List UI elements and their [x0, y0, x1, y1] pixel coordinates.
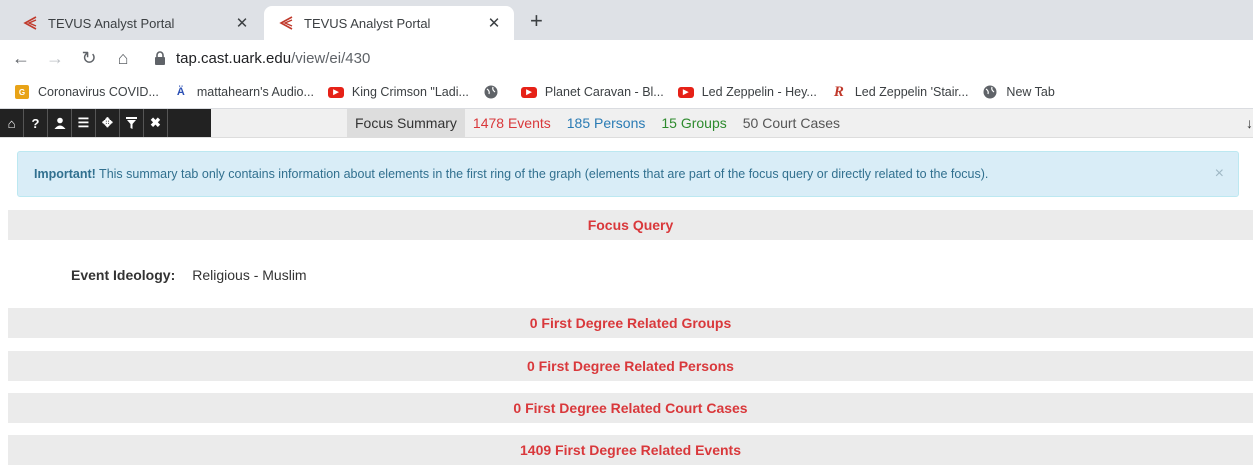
- summary-tabs: Focus Summary 1478 Events 185 Persons 15…: [347, 109, 848, 137]
- browser-tab-title: TEVUS Analyst Portal: [304, 15, 431, 31]
- related-persons-header[interactable]: 0 First Degree Related Persons: [8, 351, 1253, 381]
- field-value: Religious - Muslim: [192, 267, 307, 283]
- event-ideology-field: Event Ideology: Religious - Muslim: [71, 267, 307, 283]
- browser-tab-2[interactable]: TEVUS Analyst Portal ✕: [264, 6, 514, 40]
- tab-persons[interactable]: 185 Persons: [559, 109, 654, 137]
- alert-strong: Important!: [34, 167, 96, 181]
- forward-arrow-icon[interactable]: →: [42, 48, 68, 69]
- help-icon[interactable]: ?: [24, 109, 48, 137]
- close-icon[interactable]: ✖: [144, 109, 168, 137]
- tab-focus-summary[interactable]: Focus Summary: [347, 109, 465, 137]
- important-alert: Important! This summary tab only contain…: [17, 151, 1239, 197]
- bookmark-label: Led Zeppelin - Hey...: [701, 85, 817, 99]
- url-path: /view/ei/430: [291, 49, 371, 67]
- url-domain: tap.cast.uark.edu: [176, 49, 292, 67]
- youtube-icon: ▶: [520, 84, 537, 100]
- alert-message: This summary tab only contains informati…: [95, 167, 989, 181]
- bookmarks-bar: G Coronavirus COVID... Ä mattahearn's Au…: [0, 76, 1253, 109]
- back-arrow-icon[interactable]: ←: [8, 48, 34, 69]
- bookmark-label: King Crimson "Ladi...: [351, 85, 469, 99]
- browser-tab-title: TEVUS Analyst Portal: [48, 15, 175, 31]
- alert-text: Important! This summary tab only contain…: [34, 167, 988, 181]
- address-bar[interactable]: tap.cast.uark.edu/view/ei/430: [176, 50, 370, 67]
- browser-toolbar: ← → ↻ ⌂ tap.cast.uark.edu/view/ei/430: [0, 40, 1253, 76]
- bookmark-item[interactable]: ▶ Planet Caravan - Bl...: [520, 84, 664, 100]
- scroll-down-icon[interactable]: ↓: [1246, 115, 1253, 131]
- globe-icon: [483, 84, 499, 100]
- home-icon[interactable]: ⌂: [110, 48, 136, 69]
- bookmark-item[interactable]: ▶ Led Zeppelin - Hey...: [677, 84, 817, 100]
- tab-court-cases[interactable]: 50 Court Cases: [735, 109, 848, 137]
- bookmark-label: Led Zeppelin 'Stair...: [854, 85, 969, 99]
- audio-icon: Ä: [176, 86, 185, 98]
- new-tab-button[interactable]: +: [530, 10, 543, 32]
- app-icon-toolbar: ⌂ ? ☰ ✥ ✖: [0, 109, 211, 137]
- bookmark-label: New Tab: [1006, 85, 1055, 99]
- filter-icon[interactable]: [120, 109, 144, 137]
- tab-groups[interactable]: 15 Groups: [653, 109, 734, 137]
- list-icon[interactable]: ☰: [72, 109, 96, 137]
- youtube-icon: ▶: [677, 84, 694, 100]
- tab-events[interactable]: 1478 Events: [465, 109, 559, 137]
- related-groups-header[interactable]: 0 First Degree Related Groups: [8, 308, 1253, 338]
- related-court-cases-header[interactable]: 0 First Degree Related Court Cases: [8, 393, 1253, 423]
- close-alert-icon[interactable]: ×: [1215, 165, 1224, 183]
- app-nav-bar: ⌂ ? ☰ ✥ ✖ Focus Summary 1478 Events 185 …: [0, 109, 1253, 138]
- browser-tab-strip: TEVUS Analyst Portal ✕ TEVUS Analyst Por…: [0, 0, 1253, 40]
- r-icon: R: [833, 83, 844, 100]
- field-label: Event Ideology:: [71, 267, 176, 283]
- bookmark-label: mattahearn's Audio...: [196, 85, 314, 99]
- related-events-header[interactable]: 1409 First Degree Related Events: [8, 435, 1253, 465]
- bookmark-item[interactable]: R Led Zeppelin 'Stair...: [831, 84, 969, 100]
- reload-icon[interactable]: ↻: [76, 48, 102, 69]
- bookmark-label: Planet Caravan - Bl...: [544, 85, 664, 99]
- close-tab-icon[interactable]: ✕: [484, 14, 504, 32]
- globe-icon: [982, 84, 998, 100]
- lock-icon[interactable]: [154, 51, 168, 65]
- home-icon[interactable]: ⌂: [0, 109, 24, 137]
- browser-tab-1[interactable]: TEVUS Analyst Portal ✕: [8, 6, 262, 40]
- focus-query-header[interactable]: Focus Query: [8, 210, 1253, 240]
- user-icon[interactable]: [48, 109, 72, 137]
- bookmark-label: Coronavirus COVID...: [38, 85, 159, 99]
- tevus-logo-icon: [278, 15, 294, 31]
- move-icon[interactable]: ✥: [96, 109, 120, 137]
- bookmark-item[interactable]: [483, 84, 507, 100]
- bookmark-item[interactable]: Ä mattahearn's Audio...: [173, 84, 314, 100]
- bookmark-item[interactable]: G Coronavirus COVID...: [14, 84, 159, 100]
- covid-icon: G: [14, 84, 30, 100]
- tevus-logo-icon: [22, 15, 38, 31]
- bookmark-item[interactable]: ▶ King Crimson "Ladi...: [327, 84, 469, 100]
- close-tab-icon[interactable]: ✕: [232, 14, 252, 32]
- youtube-icon: ▶: [327, 84, 344, 100]
- bookmark-item[interactable]: New Tab: [982, 84, 1055, 100]
